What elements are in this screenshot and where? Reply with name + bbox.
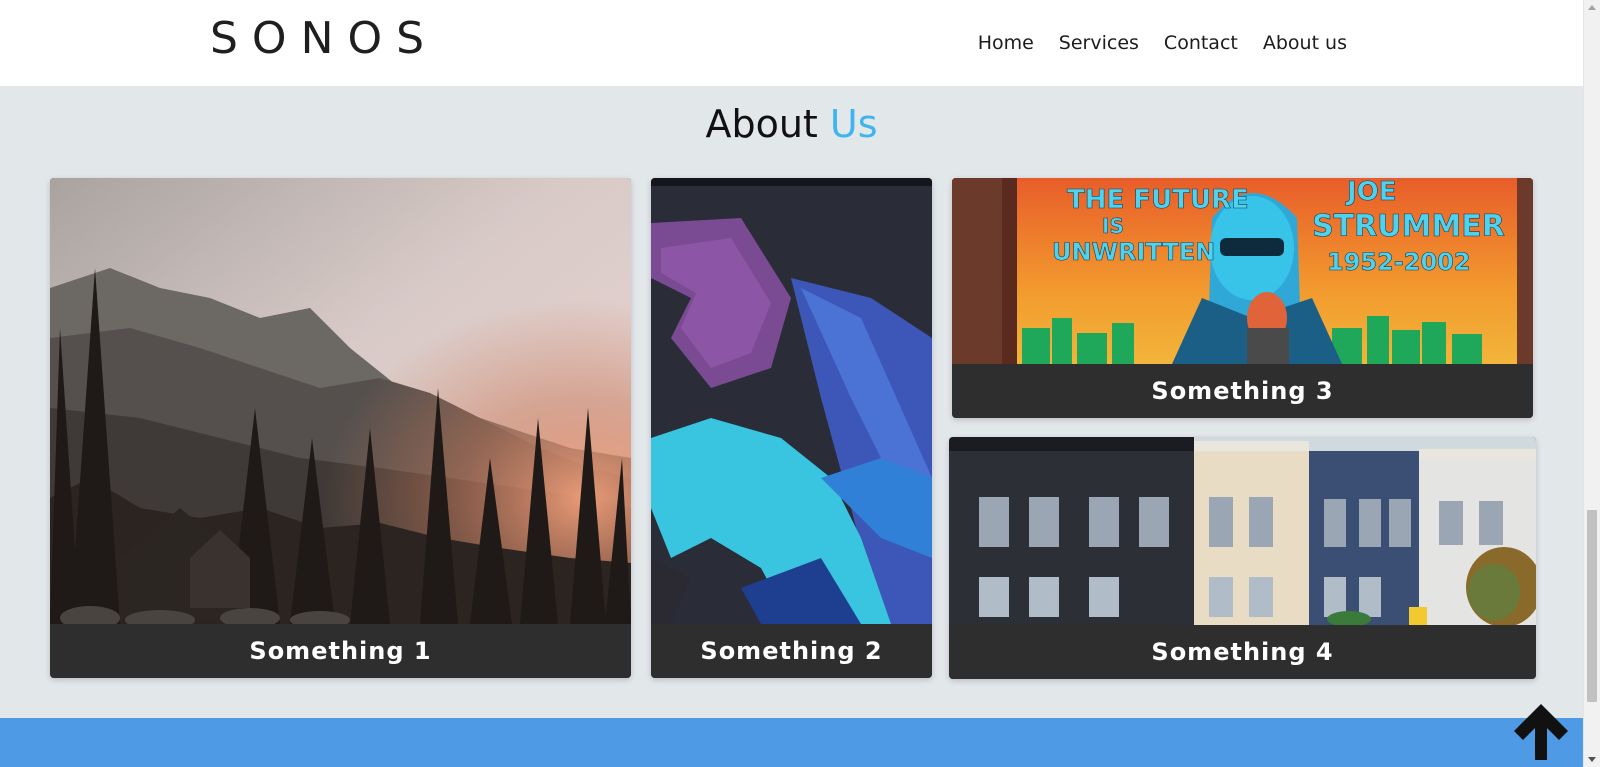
card-4-caption: Something 4 (949, 625, 1536, 679)
back-to-top-button[interactable] (1510, 700, 1572, 762)
gallery-card-1[interactable]: Something 1 (50, 178, 631, 678)
card-3-caption: Something 3 (952, 364, 1533, 418)
nav-about-link[interactable]: About us (1263, 30, 1347, 56)
about-section-title: About Us (0, 98, 1583, 150)
site-logo[interactable]: SONOS (210, 12, 438, 66)
mural-text-strummer: STRUMMER (1312, 209, 1505, 244)
footer-band (0, 718, 1583, 767)
card-2-caption: Something 2 (651, 624, 932, 678)
gallery-card-4[interactable]: Something 4 (949, 437, 1536, 679)
misty-mountain-forest-photo (50, 178, 631, 624)
mural-text-unwritten: UNWRITTEN (1052, 238, 1215, 266)
gallery-card-3[interactable]: THE FUTURE IS UNWRITTEN JOE STRUMMER 195… (952, 178, 1533, 418)
page: SONOS Home Services Contact About us Abo… (0, 0, 1600, 767)
mural-text-years: 1952-2002 (1327, 248, 1471, 276)
nav-contact-link[interactable]: Contact (1164, 30, 1238, 56)
page-scrollbar[interactable] (1583, 0, 1600, 767)
abstract-graffiti-wall-photo (651, 178, 932, 624)
mural-text-is: IS (1102, 214, 1124, 238)
card-1-caption: Something 1 (50, 624, 631, 678)
victorian-houses-photo (949, 437, 1536, 625)
scroll-thumb[interactable] (1587, 510, 1597, 702)
joe-strummer-mural-photo: THE FUTURE IS UNWRITTEN JOE STRUMMER 195… (952, 178, 1533, 364)
nav-services-link[interactable]: Services (1059, 30, 1139, 56)
mural-text-joe: JOE (1345, 178, 1397, 207)
arrow-up-icon (1514, 704, 1568, 760)
about-title-main: About (705, 102, 818, 146)
scroll-up-icon[interactable] (1588, 5, 1596, 10)
scroll-down-icon[interactable] (1588, 757, 1596, 762)
mural-text-the-future: THE FUTURE (1067, 185, 1249, 215)
gallery-card-2[interactable]: Something 2 (651, 178, 932, 678)
site-header: SONOS Home Services Contact About us (0, 0, 1583, 86)
nav-home-link[interactable]: Home (978, 30, 1034, 56)
about-title-accent: Us (829, 102, 878, 146)
main-nav: Home Services Contact About us (978, 30, 1347, 56)
